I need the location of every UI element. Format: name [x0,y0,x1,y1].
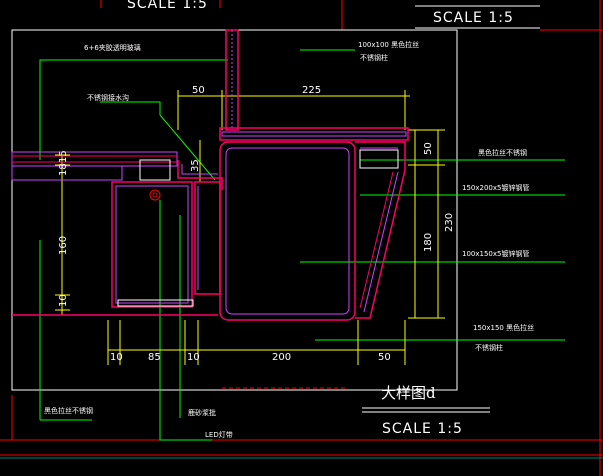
dim-left-18: 18 [58,163,69,176]
dim-left-10: 10 [58,294,69,307]
stone-column [12,181,221,316]
dim-bottom-10a: 10 [110,352,123,363]
dim-right-230: 230 [444,213,455,232]
right-bracket [355,141,406,319]
annotation-glass: 6+6夹胶透明玻璃 [84,43,141,52]
annotation-led: LED灯带 [205,430,233,439]
dim-right-180: 180 [423,233,434,252]
glass-panel [225,29,239,131]
grid-lines [0,0,603,476]
steel-top-plate [219,127,409,141]
cad-drawing-canvas: SCALE 1:5 SCALE 1:5 6+6夹胶透明玻璃 100x100 黑色… [0,0,603,476]
dim-bottom-10b: 10 [187,352,200,363]
scale-label-top-right: SCALE 1:5 [433,10,514,26]
dim-bottom-200: 200 [272,352,291,363]
annotation-black-steel: 黑色拉丝不锈钢 [478,148,527,157]
main-steel-tube [219,141,356,321]
scale-label-top-left: SCALE 1:5 [127,0,208,12]
drawing-frame [11,29,458,391]
dim-left-160: 160 [58,236,69,255]
annotation-steel-top: 100x100 黑色拉丝 [358,40,419,49]
dim-left-15: 15 [58,150,69,163]
annotation-tube-200: 150x200x5镀锌钢管 [462,183,529,192]
annotation-steel-top-2: 不锈钢柱 [360,53,388,62]
scale-label-bottom: SCALE 1:5 [382,421,463,437]
dim-mid-35: 35 [190,159,201,172]
dimension-lines [55,90,445,365]
floor-slab [11,151,178,181]
dim-bottom-85: 85 [148,352,161,363]
annotation-water-trough: 不锈钢接水沟 [87,93,129,102]
dim-top-50: 50 [192,85,205,96]
leader-lines [39,49,565,441]
dim-top-225: 225 [302,85,321,96]
drawing-title: 大样图d [381,384,436,402]
annotation-col-150-2: 不锈钢柱 [475,343,503,352]
annotation-black-steel-bottom: 黑色拉丝不锈钢 [44,406,93,415]
annotation-tube-150: 100x150x5镀锌钢管 [462,249,529,258]
annotation-col-150: 150x150 黑色拉丝 [473,323,534,332]
dim-bottom-50: 50 [378,352,391,363]
dim-right-50: 50 [423,142,434,155]
annotation-sand-wall: 鹿砂浆批 [188,408,216,417]
